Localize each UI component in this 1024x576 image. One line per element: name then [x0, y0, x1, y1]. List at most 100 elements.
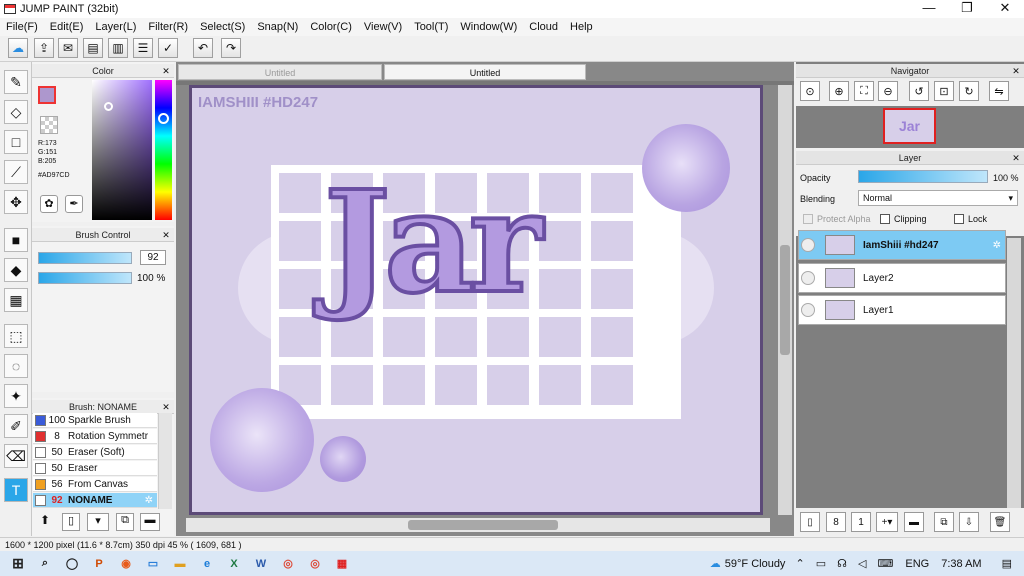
canvas-vertical-scrollbar[interactable]: [778, 85, 792, 515]
close-icon[interactable]: ✕: [161, 402, 171, 412]
close-icon[interactable]: ✕: [161, 66, 171, 76]
brush-tool-icon[interactable]: ✎: [4, 70, 28, 94]
brush-item[interactable]: 100 Sparkle Brush: [33, 413, 157, 428]
fill-rect-tool-icon[interactable]: ■: [4, 228, 28, 252]
clipping-checkbox[interactable]: [880, 214, 890, 224]
message-icon[interactable]: ▤: [83, 38, 103, 58]
close-button[interactable]: ✕: [986, 0, 1024, 18]
bucket-tool-icon[interactable]: ◆: [4, 258, 28, 282]
new-brush-icon[interactable]: ▯: [62, 513, 80, 531]
transparent-swatch[interactable]: [40, 116, 58, 134]
maximize-button[interactable]: ❐: [948, 0, 986, 18]
eye-icon[interactable]: [801, 303, 815, 317]
brush-opacity-slider[interactable]: [38, 272, 132, 284]
windows-start-icon[interactable]: ⊞: [9, 555, 27, 573]
menu-filter[interactable]: Filter(R): [142, 21, 194, 33]
magic-wand-tool-icon[interactable]: ✦: [4, 384, 28, 408]
protect-alpha-checkbox[interactable]: [803, 214, 813, 224]
word-icon[interactable]: W: [252, 555, 270, 573]
layer-row[interactable]: IamShiii #hd247 ✲: [798, 230, 1006, 260]
edge-icon[interactable]: e: [198, 555, 216, 573]
rotate-right-icon[interactable]: ↻: [959, 81, 979, 101]
rotate-left-icon[interactable]: ↺: [909, 81, 929, 101]
brush-size-slider[interactable]: [38, 252, 132, 264]
brush-menu-icon[interactable]: ▾: [87, 513, 109, 531]
flip-icon[interactable]: ⇋: [989, 81, 1009, 101]
select-eraser-tool-icon[interactable]: ⌫: [4, 444, 28, 468]
blending-select[interactable]: Normal ▾: [858, 190, 1018, 206]
hue-slider[interactable]: [155, 80, 172, 220]
fit-icon[interactable]: ⛶: [854, 81, 874, 101]
chrome-icon[interactable]: ◎: [279, 555, 297, 573]
tab-untitled-2[interactable]: Untitled: [384, 64, 586, 80]
eye-icon[interactable]: [801, 238, 815, 252]
navigator-thumbnail[interactable]: Jar: [883, 108, 936, 144]
eyedropper-icon[interactable]: ✒: [65, 195, 83, 213]
excel-icon[interactable]: X: [225, 555, 243, 573]
menu-help[interactable]: Help: [564, 21, 599, 33]
zoom-in-icon[interactable]: ⊕: [829, 81, 849, 101]
brush-item[interactable]: 50 Eraser: [33, 461, 157, 476]
layer-row[interactable]: Layer1: [798, 295, 1006, 325]
text-tool-icon[interactable]: T: [4, 478, 28, 502]
close-icon[interactable]: ✕: [161, 230, 171, 240]
menu-cloud[interactable]: Cloud: [523, 21, 564, 33]
add-layer-menu-icon[interactable]: +▾: [876, 512, 898, 532]
move-tool-icon[interactable]: ✥: [4, 190, 28, 214]
drawing-canvas[interactable]: IAMSHIII #HD247 Jar: [189, 85, 763, 515]
eye-icon[interactable]: [801, 271, 815, 285]
file-explorer-icon[interactable]: ▬: [171, 555, 189, 573]
language-indicator[interactable]: ENG: [905, 558, 929, 570]
brush-item[interactable]: 50 Eraser (Soft): [33, 445, 157, 460]
powerpoint-icon[interactable]: P: [90, 555, 108, 573]
cloud-icon[interactable]: ☁: [8, 38, 28, 58]
delete-layer-icon[interactable]: 🗑: [990, 512, 1010, 532]
lasso-tool-icon[interactable]: ◌: [4, 354, 28, 378]
select-rect-tool-icon[interactable]: ⬚: [4, 324, 28, 348]
color-square[interactable]: [92, 80, 152, 220]
menu-snap[interactable]: Snap(N): [251, 21, 304, 33]
menu-window[interactable]: Window(W): [454, 21, 523, 33]
zoom-out-icon[interactable]: ⊖: [878, 81, 898, 101]
layer-row[interactable]: Layer2: [798, 263, 1006, 293]
zoom-actual-icon[interactable]: ⊙: [800, 81, 820, 101]
gradient-tool-icon[interactable]: ▦: [4, 288, 28, 312]
rectangle-tool-icon[interactable]: □: [4, 130, 28, 154]
brush-item[interactable]: 56 From Canvas: [33, 477, 157, 492]
minimize-button[interactable]: —: [910, 0, 948, 18]
menu-edit[interactable]: Edit(E): [44, 21, 90, 33]
gear-icon[interactable]: ✲: [993, 240, 1001, 251]
eraser-tool-icon[interactable]: ◇: [4, 100, 28, 124]
menu-color[interactable]: Color(C): [304, 21, 358, 33]
app-icon[interactable]: ◉: [117, 555, 135, 573]
canvas-horizontal-scrollbar[interactable]: [186, 518, 770, 532]
notification-icon[interactable]: ▤: [1002, 557, 1012, 570]
rotate-reset-icon[interactable]: ⊡: [934, 81, 954, 101]
brush-item-selected[interactable]: 92 NONAME ✲: [33, 493, 157, 508]
main-color-swatch[interactable]: [38, 86, 56, 104]
jump-paint-icon[interactable]: ▦: [333, 555, 351, 573]
document-icon[interactable]: ▥: [108, 38, 128, 58]
line-tool-icon[interactable]: ⟋: [4, 160, 28, 184]
search-icon[interactable]: ⌕: [36, 555, 54, 573]
lock-checkbox[interactable]: [954, 214, 964, 224]
gear-icon[interactable]: ✲: [145, 495, 153, 506]
checklist-icon[interactable]: ✓: [158, 38, 178, 58]
folder-icon[interactable]: ▬: [904, 512, 924, 532]
brush-size-value[interactable]: 92: [140, 250, 166, 265]
brush-item[interactable]: 8 Rotation Symmetr: [33, 429, 157, 444]
menu-tool[interactable]: Tool(T): [408, 21, 454, 33]
share-icon[interactable]: ⇪: [34, 38, 54, 58]
color-picker-handle[interactable]: [104, 102, 113, 111]
weather-text[interactable]: 59°F Cloudy: [725, 558, 786, 570]
menu-select[interactable]: Select(S): [194, 21, 251, 33]
folder-icon[interactable]: ▬: [140, 513, 160, 531]
merge-layer-icon[interactable]: ⇩: [959, 512, 979, 532]
close-icon[interactable]: ✕: [1011, 153, 1021, 163]
layer-scrollbar[interactable]: [1007, 238, 1021, 508]
palette-icon[interactable]: ✿: [40, 195, 58, 213]
monitor-icon[interactable]: ▭: [144, 555, 162, 573]
menu-view[interactable]: View(V): [358, 21, 408, 33]
system-tray-icons[interactable]: ⌃ ▭ ☊ ◁ ⌨: [795, 557, 897, 570]
copy-brush-icon[interactable]: ⧉: [116, 513, 134, 531]
